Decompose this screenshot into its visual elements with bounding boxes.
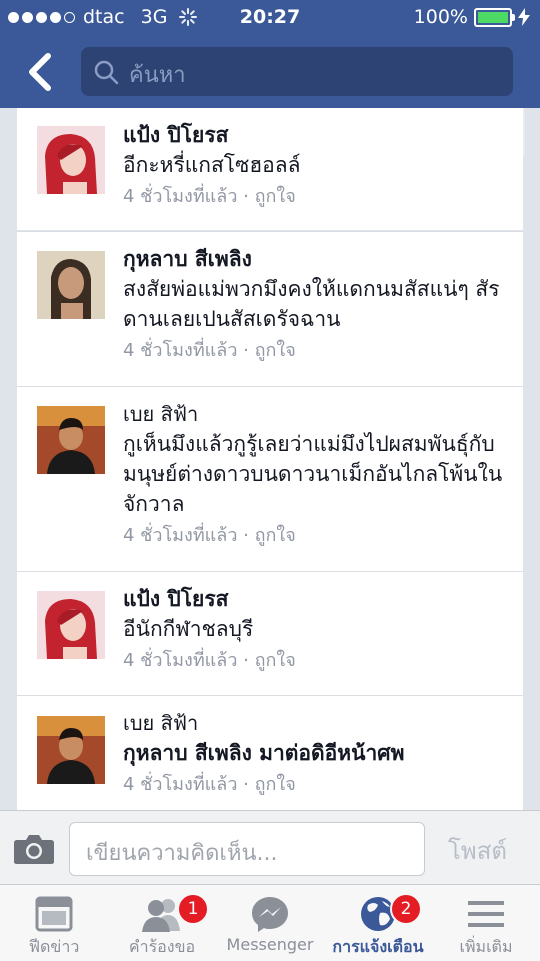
search-placeholder: ค้นหา bbox=[129, 63, 186, 88]
comment-placeholder: เขียนความคิดเห็น... bbox=[86, 841, 278, 866]
tab-friend-requests[interactable]: 1 คำร้องขอ bbox=[108, 885, 216, 961]
comment-author[interactable]: เบย สิฟ้า bbox=[123, 399, 507, 429]
comment-body: เบย สิฟ้า กูเห็นมึงแล้วกูรู้เลยว่าแม่มึง… bbox=[123, 399, 507, 551]
comment-meta: 4 ชั่วโมงที่แล้ว · ถูกใจ bbox=[123, 770, 507, 800]
notification-badge: 1 bbox=[177, 893, 209, 925]
like-link[interactable]: ถูกใจ bbox=[255, 650, 296, 671]
post-button[interactable]: โพสต์ bbox=[448, 831, 507, 870]
comment-composer: เขียนความคิดเห็น... โพสต์ bbox=[0, 810, 540, 885]
comment-author[interactable]: แป้ง ปิโยรส bbox=[123, 584, 507, 614]
avatar[interactable] bbox=[37, 126, 105, 194]
tab-bar: ฟีดข่าว 1 คำร้องขอ Messenger 2 การแจ้งเต… bbox=[0, 884, 540, 961]
meta-separator: · bbox=[237, 774, 255, 795]
comment-time: 4 ชั่วโมงที่แล้ว bbox=[123, 186, 238, 207]
meta-separator: · bbox=[237, 525, 255, 546]
comment-text: กูเห็นมึงแล้วกูรู้เลยว่าแม่มึงไปผสมพันธุ… bbox=[123, 432, 503, 516]
like-link[interactable]: ถูกใจ bbox=[255, 186, 296, 207]
menu-icon bbox=[468, 901, 504, 927]
comment-time: 4 ชั่วโมงที่แล้ว bbox=[123, 774, 238, 795]
camera-icon[interactable] bbox=[13, 833, 55, 865]
comment-item: แป้ง ปิโยรส อีกะหรี่แกสโซฮอลล์ 4 ชั่วโมง… bbox=[17, 108, 523, 230]
avatar[interactable] bbox=[37, 716, 105, 784]
tab-label: เพิ่มเติม bbox=[459, 937, 513, 956]
comment-text: สงสัยพ่อแม่พวกมึงคงให้แดกนมสัสแน่ๆ สัรดา… bbox=[123, 277, 500, 331]
comment-item: เบย สิฟ้า กุหลาบ สีเพลิง มาต่อดิอีหน้าศพ… bbox=[17, 695, 523, 810]
news-feed-icon bbox=[35, 896, 73, 932]
avatar[interactable] bbox=[37, 591, 105, 659]
status-right: 100% bbox=[414, 6, 530, 28]
like-link[interactable]: ถูกใจ bbox=[255, 340, 296, 361]
comment-item: กุหลาบ สีเพลิง สงสัยพ่อแม่พวกมึงคงให้แดก… bbox=[17, 231, 523, 386]
tab-messenger[interactable]: Messenger bbox=[216, 885, 324, 961]
comments-list: แป้ง ปิโยรส อีกะหรี่แกสโซฮอลล์ 4 ชั่วโมง… bbox=[0, 108, 540, 810]
comment-meta: 4 ชั่วโมงที่แล้ว · ถูกใจ bbox=[123, 646, 507, 676]
comment-body: เบย สิฟ้า กุหลาบ สีเพลิง มาต่อดิอีหน้าศพ… bbox=[123, 708, 507, 800]
comment-time: 4 ชั่วโมงที่แล้ว bbox=[123, 340, 238, 361]
like-link[interactable]: ถูกใจ bbox=[255, 774, 296, 795]
meta-separator: · bbox=[237, 340, 255, 361]
comment-meta: 4 ชั่วโมงที่แล้ว · ถูกใจ bbox=[123, 336, 507, 366]
friend-requests-icon bbox=[142, 899, 180, 932]
chevron-left-icon[interactable] bbox=[22, 52, 58, 92]
comment-text: กุหลาบ สีเพลิง มาต่อดิอีหน้าศพ bbox=[123, 741, 405, 765]
avatar[interactable] bbox=[37, 251, 105, 319]
avatar[interactable] bbox=[37, 406, 105, 474]
battery-icon bbox=[474, 7, 515, 27]
comment-item: เบย สิฟ้า กูเห็นมึงแล้วกูรู้เลยว่าแม่มึง… bbox=[17, 386, 523, 571]
comment-author[interactable]: กุหลาบ สีเพลิง bbox=[123, 244, 507, 274]
charging-bolt-icon bbox=[518, 8, 530, 26]
nav-bar: ค้นหา bbox=[0, 36, 540, 108]
comment-body: แป้ง ปิโยรส อีนักกีฬาชลบุรี 4 ชั่วโมงที่… bbox=[123, 584, 507, 676]
notification-badge: 2 bbox=[390, 893, 422, 925]
search-icon bbox=[94, 60, 119, 85]
comment-body: แป้ง ปิโยรส อีกะหรี่แกสโซฮอลล์ 4 ชั่วโมง… bbox=[123, 120, 507, 212]
search-input[interactable]: ค้นหา bbox=[81, 47, 513, 96]
meta-separator: · bbox=[237, 650, 255, 671]
comment-author[interactable]: เบย สิฟ้า bbox=[123, 708, 507, 738]
tab-more[interactable]: เพิ่มเติม bbox=[432, 885, 540, 961]
comment-body: กุหลาบ สีเพลิง สงสัยพ่อแม่พวกมึงคงให้แดก… bbox=[123, 244, 507, 366]
tab-notifications[interactable]: 2 การแจ้งเตือน bbox=[324, 885, 432, 961]
comment-time: 4 ชั่วโมงที่แล้ว bbox=[123, 650, 238, 671]
comment-input[interactable]: เขียนความคิดเห็น... bbox=[69, 822, 425, 876]
comment-meta: 4 ชั่วโมงที่แล้ว · ถูกใจ bbox=[123, 521, 507, 551]
messenger-icon bbox=[252, 897, 288, 932]
tab-news-feed[interactable]: ฟีดข่าว bbox=[0, 885, 108, 961]
comment-text: อีกะหรี่แกสโซฮอลล์ bbox=[123, 153, 301, 177]
comment-author[interactable]: แป้ง ปิโยรส bbox=[123, 120, 507, 150]
battery-percent: 100% bbox=[413, 6, 468, 28]
comment-time: 4 ชั่วโมงที่แล้ว bbox=[123, 525, 238, 546]
like-link[interactable]: ถูกใจ bbox=[255, 525, 296, 546]
comment-meta: 4 ชั่วโมงที่แล้ว · ถูกใจ bbox=[123, 182, 507, 212]
comment-text: อีนักกีฬาชลบุรี bbox=[123, 617, 254, 641]
meta-separator: · bbox=[237, 186, 255, 207]
status-bar: dtac 3G 20:27 100% bbox=[0, 0, 540, 36]
comment-item: แป้ง ปิโยรส อีนักกีฬาชลบุรี 4 ชั่วโมงที่… bbox=[17, 571, 523, 695]
